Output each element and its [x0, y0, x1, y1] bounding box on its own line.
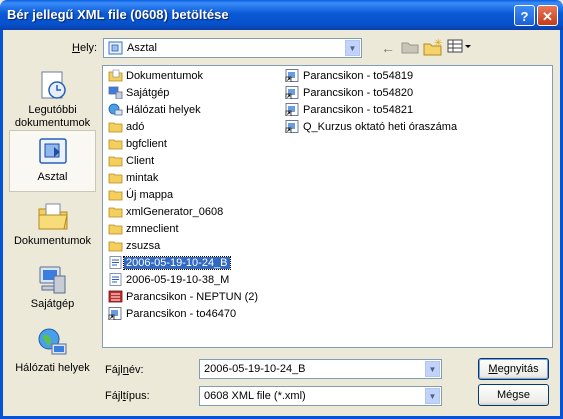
shortcut-icon [285, 86, 299, 99]
chevron-down-icon[interactable]: ▼ [425, 388, 440, 404]
file-name: Client [126, 155, 155, 167]
filetype-label: Fájltípus: [105, 390, 150, 402]
file-list-item[interactable]: Parancsikon - to54821 [283, 102, 413, 118]
xml-file-icon [109, 256, 122, 269]
file-name: Parancsikon - to54819 [303, 70, 414, 82]
window-title: Bér jellegű XML file (0608) betöltése [7, 7, 229, 22]
file-list-item[interactable]: mintak [106, 170, 158, 186]
folder-icon [108, 224, 123, 235]
folder-icon [108, 207, 123, 218]
shortcut-icon [108, 307, 122, 320]
file-list-item[interactable]: Parancsikon - to46470 [106, 306, 236, 322]
file-name: Hálózati helyek [126, 104, 201, 116]
place-computer[interactable]: Sajátgép [9, 262, 96, 318]
computer-icon [39, 266, 65, 294]
file-name: 2006-05-19-10-24_B [123, 256, 231, 270]
chevron-down-icon[interactable]: ▼ [425, 361, 440, 377]
open-button[interactable]: Megnyitás [478, 358, 549, 380]
file-name: mintak [126, 172, 159, 184]
computer-icon [108, 86, 123, 99]
filename-input[interactable]: 2006-05-19-10-24_B ▼ [199, 359, 442, 379]
file-name: xmlGenerator_0608 [126, 206, 224, 218]
place-documents[interactable]: Dokumentumok [9, 199, 96, 251]
file-list-item[interactable]: zsuzsa [106, 238, 160, 254]
file-name: adó [126, 121, 145, 133]
filename-value: 2006-05-19-10-24_B [204, 363, 306, 375]
shortcut-icon [285, 69, 299, 82]
filetype-dropdown[interactable]: 0608 XML file (*.xml) ▼ [199, 386, 442, 406]
view-menu-icon[interactable] [447, 38, 473, 58]
file-name: zsuzsa [126, 240, 161, 252]
file-name: bgfclient [126, 138, 167, 150]
back-arrow-icon[interactable]: ← [378, 38, 398, 58]
shortcut-icon [285, 120, 299, 133]
file-list[interactable]: Dokumentumok Sajátgép Hálózati helyek adó bg… [102, 65, 553, 348]
network-icon [38, 328, 66, 355]
new-folder-icon[interactable]: ✳ [423, 38, 443, 58]
cancel-button[interactable]: Mégse [478, 384, 549, 406]
documents-icon [38, 203, 68, 230]
folder-icon [108, 122, 123, 133]
folder-icon [108, 139, 123, 150]
file-list-item[interactable]: Parancsikon - to54820 [283, 85, 413, 101]
filetype-value: 0608 XML file (*.xml) [204, 390, 306, 402]
place-desktop[interactable]: Asztal [9, 130, 96, 192]
application-icon [108, 290, 123, 303]
place-recent[interactable]: Legutóbbi dokumentumok [9, 68, 96, 132]
file-name: Új mappa [126, 189, 174, 201]
file-list-item[interactable]: Parancsikon - NEPTUN (2) [106, 289, 258, 305]
location-label: Hely: [72, 42, 98, 54]
folder-icon [108, 241, 123, 252]
documents-icon [108, 69, 123, 82]
file-name: Parancsikon - to54821 [303, 104, 414, 116]
file-name: Parancsikon - to46470 [126, 308, 237, 320]
desktop-icon [38, 138, 67, 164]
file-list-item[interactable]: zmneclient [106, 221, 179, 237]
file-list-item[interactable]: Parancsikon - to54819 [283, 68, 413, 84]
close-button[interactable]: ✕ [537, 5, 558, 26]
places-bar: Legutóbbi dokumentumok Asztal Dokumentum… [9, 63, 96, 384]
place-network[interactable]: Hálózati helyek [9, 326, 96, 382]
svg-text:✳: ✳ [434, 38, 442, 49]
file-list-item[interactable]: 2006-05-19-10-24_B [106, 255, 231, 271]
file-name: Dokumentumok [126, 70, 204, 82]
file-name: Q_Kurzus oktató heti óraszáma [303, 121, 458, 133]
file-list-item[interactable]: Q_Kurzus oktató heti óraszáma [283, 119, 457, 135]
file-name: Sajátgép [126, 87, 170, 99]
shortcut-icon [285, 103, 299, 116]
file-list-item[interactable]: Új mappa [106, 187, 173, 203]
open-file-dialog: Bér jellegű XML file (0608) betöltése ? … [0, 0, 563, 419]
xml-file-icon [109, 273, 122, 286]
file-list-item[interactable]: 2006-05-19-10-38_M [106, 272, 229, 288]
filename-label: Fájlnév: [105, 364, 144, 376]
location-value: Asztal [127, 42, 157, 54]
file-list-item[interactable]: xmlGenerator_0608 [106, 204, 223, 220]
recent-icon [41, 71, 66, 99]
file-name: 2006-05-19-10-38_M [126, 274, 230, 286]
file-list-item[interactable]: Client [106, 153, 154, 169]
folder-icon [108, 173, 123, 184]
file-list-item[interactable]: Sajátgép [106, 85, 169, 101]
folder-icon [108, 156, 123, 167]
file-name: Parancsikon - NEPTUN (2) [126, 291, 259, 303]
chevron-down-icon[interactable]: ▼ [345, 40, 360, 56]
desktop-small-icon [108, 41, 123, 55]
location-dropdown[interactable]: Asztal ▼ [103, 38, 362, 58]
file-name: zmneclient [126, 223, 179, 235]
help-button[interactable]: ? [514, 5, 535, 26]
file-list-item[interactable]: Hálózati helyek [106, 102, 201, 118]
file-list-item[interactable]: Dokumentumok [106, 68, 203, 84]
network-icon [108, 103, 123, 116]
window-frame-left [0, 30, 3, 419]
file-list-item[interactable]: adó [106, 119, 144, 135]
up-folder-icon[interactable] [400, 38, 420, 58]
title-bar[interactable]: Bér jellegű XML file (0608) betöltése ? … [0, 0, 563, 30]
file-name: Parancsikon - to54820 [303, 87, 414, 99]
folder-icon [108, 190, 123, 201]
file-list-item[interactable]: bgfclient [106, 136, 167, 152]
